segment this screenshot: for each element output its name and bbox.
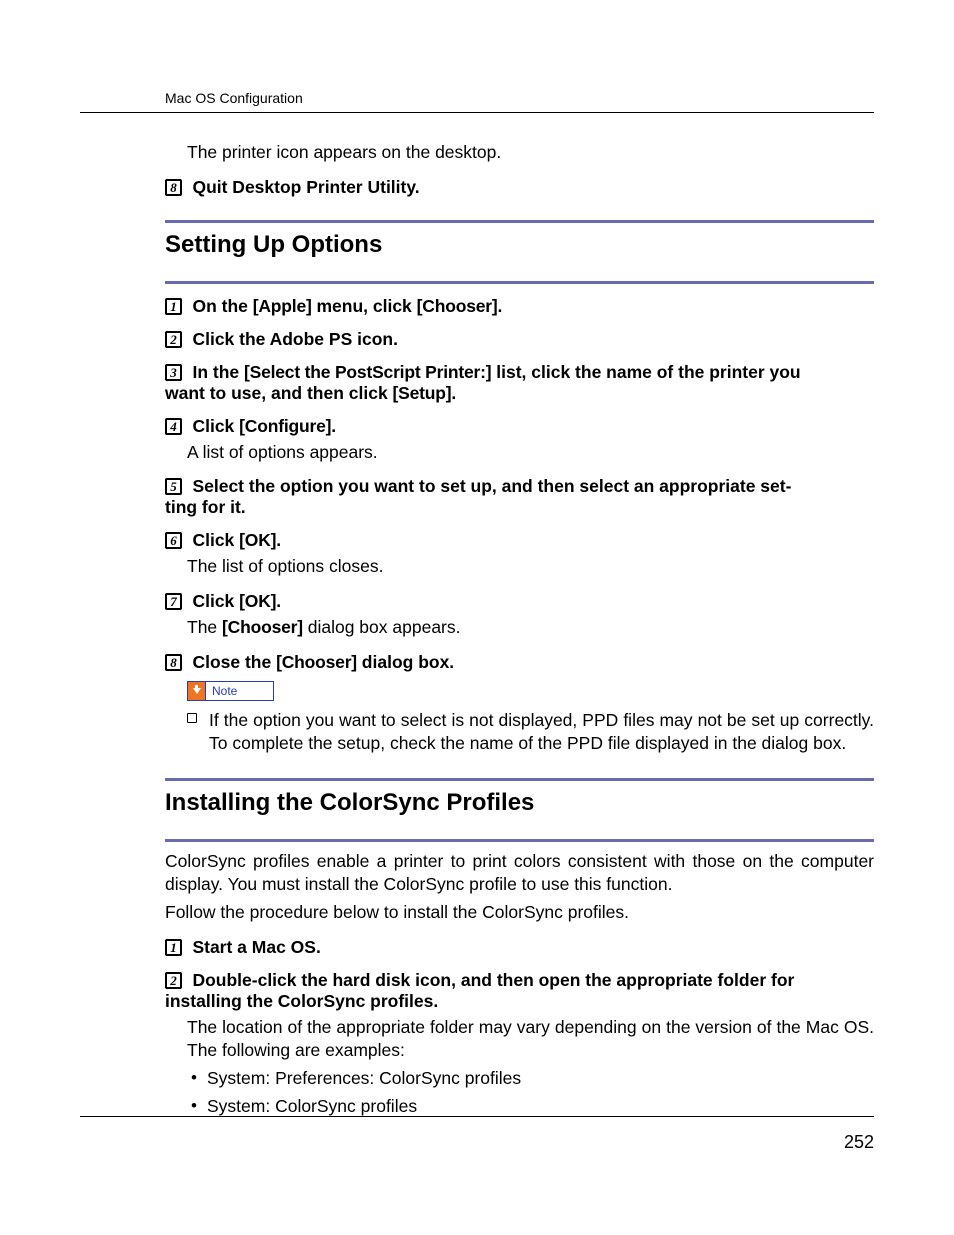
s1-step4: 4 Click [Configure]. A list of options a… xyxy=(165,416,874,465)
down-arrow-icon xyxy=(188,682,206,700)
step-number-icon: 4 xyxy=(165,418,182,435)
step-text: Start a Mac OS. xyxy=(192,937,320,957)
step-number-icon: 5 xyxy=(165,478,182,495)
step-body: The location of the appropriate folder m… xyxy=(187,1016,874,1063)
step-number-icon: 2 xyxy=(165,972,182,989)
s1-step6: 6 Click [OK]. The list of options closes… xyxy=(165,530,874,579)
setting-up-options-heading: Setting Up Options xyxy=(165,231,874,259)
step-number-icon: 3 xyxy=(165,364,182,381)
colorsync-para1: ColorSync profiles enable a printer to p… xyxy=(165,850,874,897)
section-rule xyxy=(165,281,874,284)
bottom-rule xyxy=(80,1116,874,1117)
s1-step1: 1 On the [Apple] menu, click [Chooser]. xyxy=(165,296,874,317)
section-rule xyxy=(165,778,874,781)
bullet-item-1: System: Preferences: ColorSync profiles xyxy=(187,1067,874,1091)
step-text: In the [Select the PostScript Printer:] … xyxy=(192,362,800,382)
s1-step5: 5 Select the option you want to set up, … xyxy=(165,476,874,518)
step-body: A list of options appears. xyxy=(187,441,874,465)
page-number: 252 xyxy=(844,1132,874,1153)
step-text: Click [OK]. xyxy=(192,591,281,611)
running-header: Mac OS Configuration xyxy=(165,90,874,106)
printer-icon-text: The printer icon appears on the desktop. xyxy=(187,141,874,165)
step-text: Double-click the hard disk icon, and the… xyxy=(192,970,794,990)
step-text: Click [Configure]. xyxy=(192,416,336,436)
quit-step: 8 Quit Desktop Printer Utility. xyxy=(165,177,874,198)
s2-step1: 1 Start a Mac OS. xyxy=(165,937,874,958)
step-number-icon: 1 xyxy=(165,939,182,956)
s2-step2: 2 Double-click the hard disk icon, and t… xyxy=(165,970,874,1063)
step-text: Close the [Chooser] dialog box. xyxy=(192,652,454,672)
note-item: If the option you want to select is not … xyxy=(187,709,874,756)
step-text-cont: installing the ColorSync profiles. xyxy=(165,991,874,1012)
step-number-icon: 7 xyxy=(165,593,182,610)
step-text-cont: want to use, and then click [Setup]. xyxy=(165,383,874,404)
section-rule xyxy=(165,839,874,842)
note-text: If the option you want to select is not … xyxy=(209,710,874,754)
s1-step7: 7 Click [OK]. The [Chooser] dialog box a… xyxy=(165,591,874,640)
colorsync-para2: Follow the procedure below to install th… xyxy=(165,901,874,925)
note-label: Note xyxy=(206,684,243,698)
s1-step2: 2 Click the Adobe PS icon. xyxy=(165,329,874,350)
section-rule xyxy=(165,220,874,223)
hollow-square-bullet-icon xyxy=(187,713,197,723)
step-number-icon: 6 xyxy=(165,532,182,549)
step-body: The [Chooser] dialog box appears. xyxy=(187,616,874,640)
step-text: Click the Adobe PS icon. xyxy=(192,329,398,349)
step-text: Select the option you want to set up, an… xyxy=(192,476,791,496)
step-text: Click [OK]. xyxy=(192,530,281,550)
s1-step8: 8 Close the [Chooser] dialog box. xyxy=(165,652,874,673)
step-number-icon: 1 xyxy=(165,298,182,315)
step-text-cont: ting for it. xyxy=(165,497,874,518)
top-rule xyxy=(80,112,874,113)
bullet-item-2: System: ColorSync profiles xyxy=(187,1095,874,1119)
s1-step3: 3 In the [Select the PostScript Printer:… xyxy=(165,362,874,404)
step-body: The list of options closes. xyxy=(187,555,874,579)
step-text: On the [Apple] menu, click [Chooser]. xyxy=(192,296,502,316)
installing-colorsync-heading: Installing the ColorSync Profiles xyxy=(165,789,874,817)
step-number-icon: 8 xyxy=(165,179,182,196)
step-number-icon: 8 xyxy=(165,654,182,671)
note-box: Note xyxy=(187,681,274,701)
step-number-icon: 2 xyxy=(165,331,182,348)
quit-step-text: Quit Desktop Printer Utility. xyxy=(192,177,419,197)
